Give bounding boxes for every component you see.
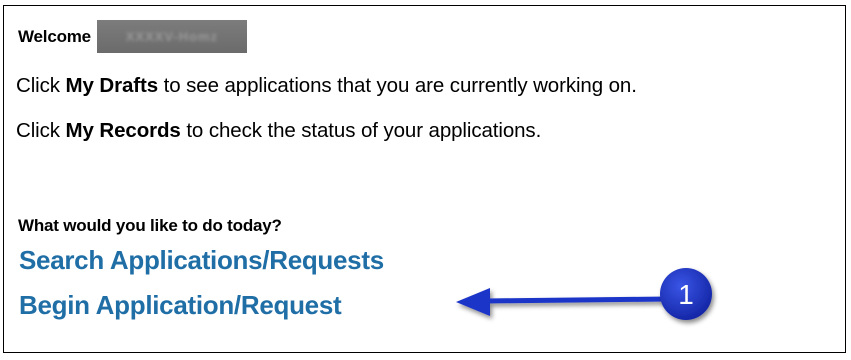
instruction-suffix: to see applications that you are current…: [158, 74, 637, 97]
question-heading: What would you like to do today?: [18, 216, 282, 235]
instruction-prefix: Click: [16, 119, 66, 142]
search-applications-link[interactable]: Search Applications/Requests: [19, 245, 384, 276]
callout-arrow: 1: [456, 268, 712, 320]
redacted-username-text: XXXXV-Homz: [125, 29, 219, 44]
welcome-label: Welcome: [18, 26, 91, 46]
my-records-text: My Records: [65, 119, 181, 142]
instruction-suffix: to check the status of your applications…: [180, 119, 542, 142]
instruction-my-records: Click My Records to check the status of …: [16, 119, 541, 143]
my-drafts-text: My Drafts: [65, 74, 159, 97]
instruction-prefix: Click: [16, 74, 66, 97]
instruction-my-drafts: Click My Drafts to see applications that…: [16, 74, 637, 98]
begin-application-link[interactable]: Begin Application/Request: [19, 290, 342, 321]
callout-badge: 1: [660, 268, 712, 320]
welcome-row: Welcome XXXXV-Homz: [18, 20, 247, 53]
redacted-username: XXXXV-Homz: [96, 20, 247, 53]
content-panel: Welcome XXXXV-Homz Click My Drafts to se…: [3, 5, 846, 353]
callout-number: 1: [678, 279, 694, 310]
